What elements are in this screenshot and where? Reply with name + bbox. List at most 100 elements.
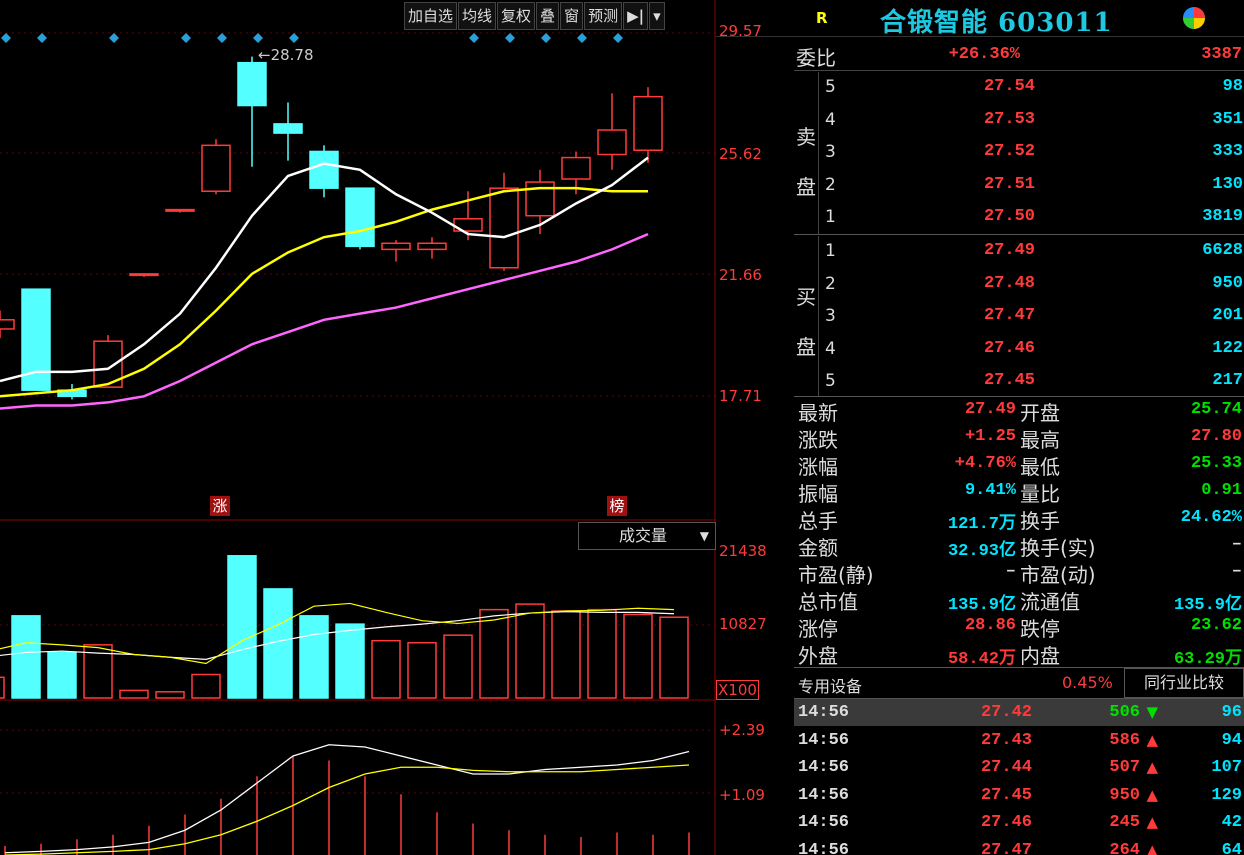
- bang-badge[interactable]: 榜: [607, 496, 627, 516]
- volume-bar-4: [119, 689, 149, 699]
- tick-count: 107: [1211, 758, 1242, 778]
- forecast-button[interactable]: 预测: [584, 2, 623, 30]
- tick-time: 14:56: [798, 785, 850, 805]
- stat-value: 32.93亿: [947, 542, 1016, 561]
- ask-row-3[interactable]: 3 27.52 333: [819, 137, 1244, 169]
- tick-list[interactable]: 14:56 27.42 506 ▼ 96 14:56 27.43 586 ▲ 94…: [794, 699, 1244, 855]
- ask-volume: 333: [1212, 142, 1243, 161]
- stat-label: 最低: [1020, 455, 1060, 479]
- candle-body-9: [309, 150, 339, 189]
- stat-label: 市盈(动): [1020, 563, 1096, 587]
- tick-count: 64: [1221, 841, 1242, 855]
- volume-bar-6: [191, 673, 221, 699]
- volume-bar-1: [11, 615, 41, 699]
- industry-compare-button[interactable]: 同行业比较: [1124, 668, 1244, 698]
- adjust-button[interactable]: 复权: [497, 2, 536, 30]
- ask-price: 27.53: [983, 109, 1035, 129]
- ma-button[interactable]: 均线: [458, 2, 497, 30]
- stat-value: +4.76%: [954, 454, 1016, 473]
- candle-body-8: [273, 123, 303, 134]
- weibi-pct: +26.36%: [948, 45, 1020, 64]
- volume-bar-10: [335, 623, 365, 699]
- chart-toolbar: 加自选 均线 复权 叠 窗 预测 ▶| ▾: [404, 2, 666, 30]
- ask-level: 1: [825, 207, 836, 227]
- stat-value: 27.49: [964, 400, 1016, 419]
- stat-value: 27.80: [1190, 427, 1242, 446]
- bid-row-1[interactable]: 1 27.49 6628: [819, 236, 1244, 268]
- tick-price: 27.46: [980, 813, 1032, 833]
- stat-row: 金额 32.93亿 换手(实) –: [796, 532, 1244, 561]
- volume-selector[interactable]: 成交量 ▼: [578, 522, 716, 550]
- tick-row[interactable]: 14:56 27.45 950 ▲ 129: [794, 782, 1244, 809]
- weibi-row: 委比 +26.36% 3387: [794, 40, 1244, 71]
- candle-body-17: [597, 129, 627, 156]
- ask-row-5[interactable]: 5 27.54 98: [819, 72, 1244, 104]
- stat-label: 总市值: [798, 590, 858, 614]
- tick-price: 27.44: [980, 758, 1032, 778]
- stat-row: 涨幅 +4.76% 最低 25.33: [796, 451, 1244, 479]
- tick-volume: 264: [1109, 841, 1140, 855]
- tick-volume: 586: [1109, 730, 1140, 750]
- volume-bar-11: [371, 639, 401, 699]
- bid-volume: 950: [1212, 273, 1243, 293]
- stat-value: 135.9亿: [947, 596, 1016, 615]
- volume-bar-13: [443, 634, 473, 699]
- kline-chart[interactable]: [0, 0, 716, 855]
- stat-label: 量比: [1020, 482, 1060, 506]
- tick-time: 14:56: [798, 841, 850, 855]
- ask-row-2[interactable]: 2 27.51 130: [819, 170, 1244, 202]
- bid-row-4[interactable]: 4 27.46 122: [819, 334, 1244, 366]
- bid-row-3[interactable]: 3 27.47 201: [819, 301, 1244, 333]
- tick-row[interactable]: 14:56 27.44 507 ▲ 107: [794, 754, 1244, 781]
- arrow-up-icon: ▲: [1146, 841, 1158, 855]
- ticker-header: R 合锻智能 603011: [716, 0, 1244, 38]
- industry-name[interactable]: 专用设备: [798, 673, 862, 697]
- bid-level: 3: [825, 306, 836, 326]
- volume-bar-17: [587, 608, 617, 699]
- stat-label: 内盘: [1020, 644, 1060, 668]
- stat-label: 金额: [798, 536, 838, 560]
- volume-bar-19: [659, 616, 689, 699]
- next-icon[interactable]: ▶|: [623, 2, 649, 30]
- volume-bar-16: [551, 610, 581, 699]
- candle-body-18: [633, 95, 663, 151]
- candle-body-12: [417, 242, 447, 251]
- window-button[interactable]: 窗: [560, 2, 584, 30]
- ask-row-4[interactable]: 4 27.53 351: [819, 105, 1244, 137]
- bid-volume: 217: [1212, 371, 1243, 390]
- stat-label: 最新: [798, 401, 838, 425]
- volume-selector-label: 成交量: [619, 526, 668, 545]
- candle-body-14: [489, 187, 519, 269]
- tick-row[interactable]: 14:56 27.46 245 ▲ 42: [794, 809, 1244, 836]
- quote-stats: 最新 27.49 开盘 25.74 涨跌 +1.25 最高 27.80 涨幅 +4.…: [796, 397, 1244, 669]
- stat-value: 63.29万: [1173, 650, 1242, 669]
- ask-volume: 130: [1212, 174, 1243, 194]
- bid-price: 27.46: [983, 338, 1035, 358]
- volume-bar-14: [479, 608, 509, 699]
- stat-value: 9.41%: [964, 481, 1016, 500]
- stat-label: 跌停: [1020, 617, 1060, 641]
- zhang-badge[interactable]: 涨: [210, 496, 230, 516]
- tick-price: 27.42: [980, 703, 1032, 722]
- bid-row-2[interactable]: 2 27.48 950: [819, 269, 1244, 301]
- tick-row[interactable]: 14:56 27.42 506 ▼ 96: [794, 699, 1244, 726]
- tick-count: 94: [1221, 730, 1242, 750]
- stat-label: 开盘: [1020, 401, 1060, 425]
- volume-bar-0: [0, 676, 5, 699]
- stock-title: 合锻智能 603011: [880, 8, 1113, 38]
- stat-label: 总手: [798, 509, 838, 533]
- menu-chevron-icon[interactable]: ▾: [649, 2, 665, 30]
- tick-price: 27.47: [980, 841, 1032, 855]
- volume-bar-5: [155, 691, 185, 699]
- tick-row[interactable]: 14:56 27.43 586 ▲ 94: [794, 727, 1244, 754]
- overlay-button[interactable]: 叠: [536, 2, 560, 30]
- bid-row-5[interactable]: 5 27.45 217: [819, 366, 1244, 398]
- ask-row-1[interactable]: 1 27.50 3819: [819, 202, 1244, 234]
- add-watchlist-button[interactable]: 加自选: [404, 2, 458, 30]
- stat-value: –: [1005, 562, 1016, 581]
- tick-row[interactable]: 14:56 27.47 264 ▲ 64: [794, 837, 1244, 855]
- stat-row: 总手 121.7万 换手 24.62%: [796, 505, 1244, 534]
- ask-price: 27.51: [983, 174, 1035, 194]
- pie-chart-icon[interactable]: [1182, 6, 1206, 30]
- ask-volume: 98: [1222, 77, 1243, 96]
